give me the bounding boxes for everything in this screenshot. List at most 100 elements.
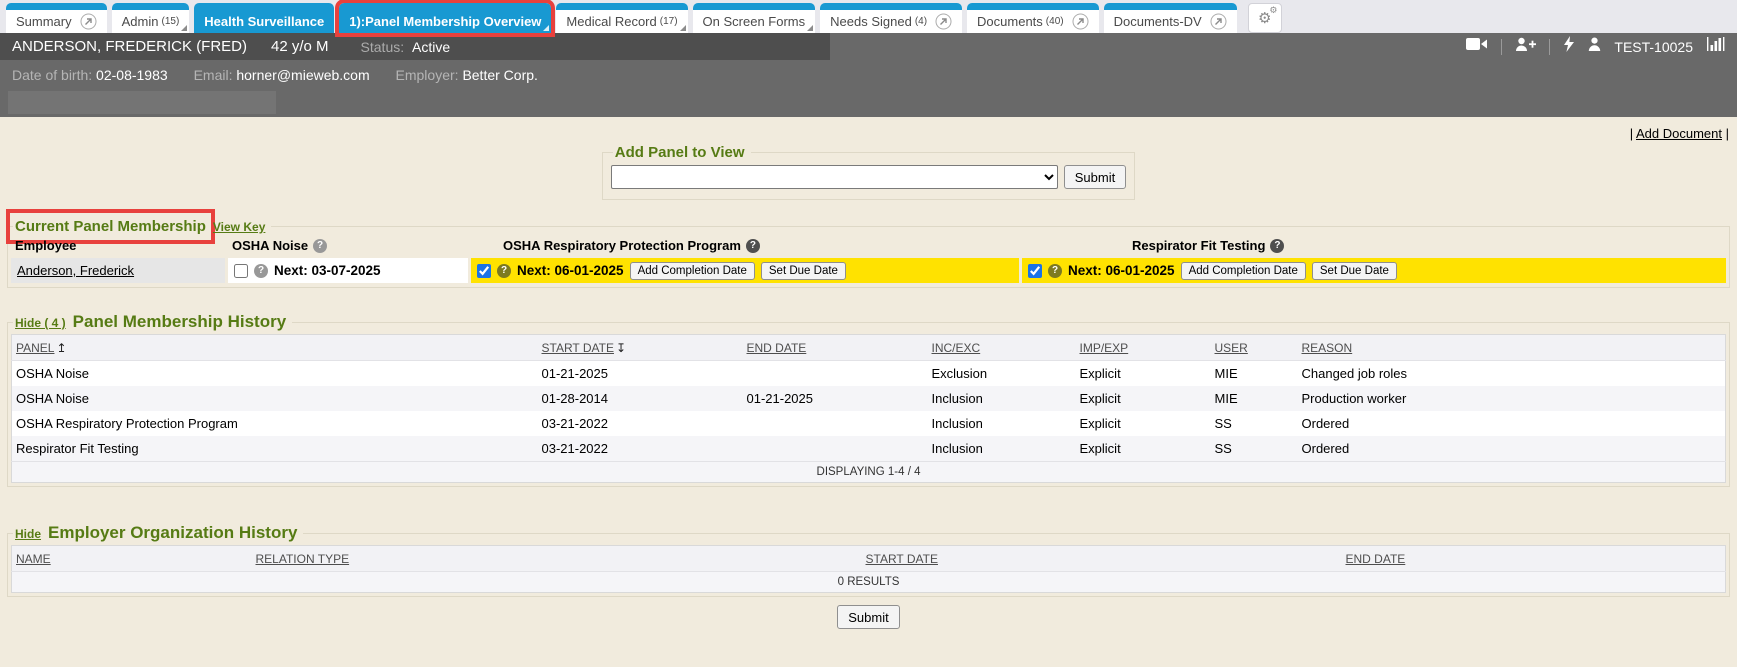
employee-link[interactable]: Anderson, Frederick <box>17 263 134 278</box>
header-icon-group: TEST-10025 <box>1466 36 1737 57</box>
panel-select[interactable] <box>611 165 1058 189</box>
tab-label: Summary <box>16 14 72 29</box>
sort-relation-type-header[interactable]: RELATION TYPE <box>256 552 350 566</box>
sort-start-date-header[interactable]: START DATE <box>542 341 614 355</box>
sort-user-header[interactable]: USER <box>1215 341 1248 355</box>
pipe-separator: | <box>1630 126 1633 141</box>
hide-history-link[interactable]: Hide ( 4 ) <box>15 316 66 330</box>
help-icon[interactable]: ? <box>746 239 760 253</box>
tab-label: Needs Signed <box>830 14 912 29</box>
view-key-link[interactable]: View Key <box>213 220 265 234</box>
tab-documents[interactable]: Documents (40) <box>967 3 1099 33</box>
tab-count: (40) <box>1046 16 1064 27</box>
tab-label: Admin <box>122 14 159 29</box>
add-document-row: | Add Document | <box>0 117 1737 141</box>
add-completion-date-button[interactable]: Add Completion Date <box>1181 262 1306 280</box>
pagination-status: DISPLAYING 1-4 / 4 <box>12 462 1726 483</box>
email-label: Email: <box>194 67 233 83</box>
header-subpanel <box>8 91 276 114</box>
employer-value: Better Corp. <box>462 67 537 83</box>
video-call-icon[interactable] <box>1466 37 1488 56</box>
sort-inc-exc-header[interactable]: INC/EXC <box>932 341 981 355</box>
column-header-osha-noise: OSHA Noise ? <box>228 237 468 254</box>
sort-end-date-header[interactable]: END DATE <box>747 341 807 355</box>
help-icon[interactable]: ? <box>497 264 511 278</box>
tab-panel-membership-overview[interactable]: 1):Panel Membership Overview <box>339 3 551 33</box>
lightning-icon[interactable] <box>1563 36 1575 57</box>
popout-icon[interactable] <box>1210 13 1227 30</box>
help-icon[interactable]: ? <box>1270 239 1284 253</box>
column-header-osha-respiratory: OSHA Respiratory Protection Program ? <box>471 237 1019 254</box>
tab-medical-record[interactable]: Medical Record (17) <box>556 3 687 33</box>
user-icon <box>1588 37 1601 56</box>
employer-history-title: Employer Organization History <box>48 523 297 543</box>
tab-label: Documents <box>977 14 1043 29</box>
table-row: OSHA Noise 01-21-2025 Exclusion Explicit… <box>12 361 1726 387</box>
set-due-date-button[interactable]: Set Due Date <box>761 262 846 280</box>
add-panel-fieldset: Add Panel to View Submit <box>602 144 1135 200</box>
patient-details-bar: Date of birth: 02-08-1983 Email: horner@… <box>0 60 1737 117</box>
table-header-row: PANEL↥ START DATE↧ END DATE INC/EXC IMP/… <box>12 335 1726 361</box>
form-submit-button[interactable]: Submit <box>837 605 899 629</box>
next-due-date: Next: 06-01-2025 <box>517 263 624 278</box>
tab-on-screen-forms[interactable]: On Screen Forms <box>693 3 816 33</box>
help-icon[interactable]: ? <box>313 239 327 253</box>
add-panel-legend: Add Panel to View <box>615 144 745 161</box>
set-due-date-button[interactable]: Set Due Date <box>1312 262 1397 280</box>
help-icon[interactable]: ? <box>1048 264 1062 278</box>
sort-reason-header[interactable]: REASON <box>1302 341 1353 355</box>
panel-history-table: PANEL↥ START DATE↧ END DATE INC/EXC IMP/… <box>11 334 1726 483</box>
sort-imp-exp-header[interactable]: IMP/EXP <box>1080 341 1129 355</box>
tab-label: Medical Record <box>566 14 656 29</box>
gears-icon: ⚙⚙ <box>1258 11 1271 26</box>
tab-count: (4) <box>915 16 927 27</box>
pagination-row: DISPLAYING 1-4 / 4 <box>12 462 1726 483</box>
osha-noise-checkbox[interactable] <box>234 264 248 278</box>
patient-age-sex: 42 y/o M <box>271 38 329 55</box>
settings-button[interactable]: ⚙⚙ <box>1248 3 1282 33</box>
tab-count: (17) <box>660 16 678 27</box>
sort-asc-icon[interactable]: ↥ <box>56 341 66 355</box>
sort-panel-header[interactable]: PANEL <box>16 341 54 355</box>
patient-name: ANDERSON, FREDERICK (FRED) <box>12 38 247 55</box>
sort-name-header[interactable]: NAME <box>16 552 51 566</box>
add-document-link[interactable]: Add Document <box>1636 126 1722 141</box>
tab-label: 1):Panel Membership Overview <box>349 14 541 29</box>
column-header-respirator-fit: Respirator Fit Testing ? <box>1022 237 1726 254</box>
divider <box>1501 39 1502 55</box>
sort-desc-icon[interactable]: ↧ <box>616 341 626 355</box>
tab-label: Documents-DV <box>1114 14 1202 29</box>
dob-label: Date of birth: <box>12 67 92 83</box>
add-completion-date-button[interactable]: Add Completion Date <box>630 262 755 280</box>
respirator-fit-checkbox[interactable] <box>1028 264 1042 278</box>
tab-summary[interactable]: Summary <box>6 3 107 33</box>
add-user-icon[interactable] <box>1515 37 1536 57</box>
column-header-employee: Employee <box>11 237 225 254</box>
user-id: TEST-10025 <box>1614 39 1693 55</box>
employer-history-fieldset: Hide Employer Organization History NAME … <box>7 523 1730 597</box>
dob-value: 02-08-1983 <box>96 67 168 83</box>
hide-employer-link[interactable]: Hide <box>15 527 41 541</box>
employer-history-table: NAME RELATION TYPE START DATE END DATE 0… <box>11 545 1726 593</box>
table-header-row: NAME RELATION TYPE START DATE END DATE <box>12 546 1726 572</box>
tab-documents-dv[interactable]: Documents-DV <box>1104 3 1237 33</box>
popout-icon[interactable] <box>1072 13 1089 30</box>
popout-icon[interactable] <box>80 13 97 30</box>
chart-icon[interactable] <box>1706 36 1727 57</box>
email-value: horner@mieweb.com <box>236 67 369 83</box>
popout-icon[interactable] <box>935 13 952 30</box>
add-panel-submit-button[interactable]: Submit <box>1064 165 1126 189</box>
tab-needs-signed[interactable]: Needs Signed (4) <box>820 3 962 33</box>
osha-noise-cell: ? Next: 03-07-2025 <box>228 258 468 283</box>
osha-respiratory-cell: ? Next: 06-01-2025 Add Completion Date S… <box>471 258 1019 283</box>
table-row: OSHA Noise 01-28-2014 01-21-2025 Inclusi… <box>12 386 1726 411</box>
help-icon[interactable]: ? <box>254 264 268 278</box>
sort-end-date-header[interactable]: END DATE <box>1346 552 1406 566</box>
sort-start-date-header[interactable]: START DATE <box>866 552 938 566</box>
table-row: OSHA Respiratory Protection Program 03-2… <box>12 411 1726 436</box>
tab-admin[interactable]: Admin (15) <box>112 3 190 33</box>
osha-respiratory-checkbox[interactable] <box>477 264 491 278</box>
employer-label: Employer: <box>396 67 459 83</box>
tab-health-surveillance[interactable]: Health Surveillance <box>194 3 334 33</box>
patient-status: Status: Active <box>361 39 451 55</box>
